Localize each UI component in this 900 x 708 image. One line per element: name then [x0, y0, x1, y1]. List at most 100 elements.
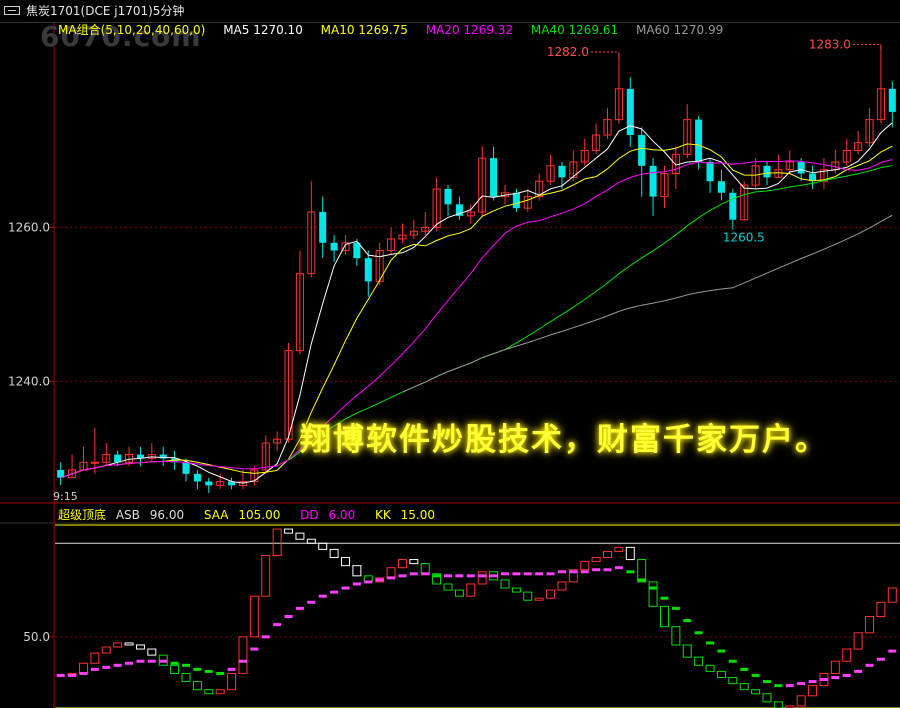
indicator-slow-dash	[808, 680, 817, 684]
candle-body	[763, 165, 771, 178]
high-annotation: 1283.0	[809, 37, 851, 51]
candle-body	[558, 165, 566, 178]
indicator-slow-dash	[854, 669, 863, 673]
indicator-slow-dash	[831, 676, 840, 679]
candle-body	[797, 161, 805, 174]
indicator-fast-box	[272, 528, 282, 556]
indicator-slow-dash	[740, 667, 749, 671]
indicator-slow-dash	[592, 568, 601, 572]
ma5-label: MA5 1270.10	[223, 23, 303, 37]
promo-overlay-text: 翔博软件炒股技术，财富千家万户。	[300, 422, 828, 458]
indicator-fast-box	[830, 660, 840, 674]
indicator-fast-box	[192, 681, 202, 691]
indicator-slow-dash	[626, 570, 635, 574]
indicator-fast-box	[557, 581, 567, 591]
ma60-label: MA60 1270.99	[635, 23, 724, 37]
indicator-fast-box	[500, 579, 510, 589]
indicator-fast-box	[466, 583, 476, 597]
indicator-slow-dash	[512, 572, 521, 576]
price-tick-label: 1240.0	[8, 374, 50, 388]
candle-body	[626, 88, 634, 136]
candle-body	[364, 258, 372, 282]
indicator-fast-box	[409, 559, 419, 565]
window-icon[interactable]	[4, 6, 20, 15]
indicator-fast-box	[284, 528, 294, 534]
asb-key: ASB	[115, 508, 140, 522]
indicator-fast-box	[261, 555, 271, 597]
ma-legend: MA组合(5,10,20,40,60,0) MA5 1270.10 MA10 1…	[58, 22, 737, 38]
indicator-fast-box	[808, 685, 818, 697]
indicator-fast-box	[90, 652, 100, 664]
indicator-fast-box	[739, 683, 749, 691]
indicator-slow-dash	[79, 671, 88, 675]
indicator-slow-dash	[318, 594, 327, 598]
ma10-label: MA10 1269.75	[320, 23, 408, 37]
indicator-fast-box	[728, 677, 738, 685]
indicator-fast-box	[534, 597, 544, 601]
indicator-fast-box	[603, 550, 612, 559]
candle-body	[193, 473, 201, 482]
indicator-slow-dash	[125, 661, 134, 665]
indicator-fast-box	[694, 656, 704, 666]
indicator-fast-box	[238, 636, 248, 674]
indicator-fast-box	[842, 648, 852, 662]
chart-canvas: 1260.0 1240.0 1282.0 1283.0 1260.5 9:15 50.0	[0, 22, 900, 708]
indicator-fast-box	[648, 581, 658, 607]
indicator-fast-box	[397, 559, 407, 569]
indicator-slow-dash	[580, 570, 589, 574]
indicator-fast-box	[227, 672, 237, 691]
price-tick-label: 1260.0	[8, 220, 50, 234]
indicator-slow-dash	[535, 572, 544, 576]
kk-value: 15.00	[400, 508, 435, 522]
indicator-fast-box	[135, 644, 145, 650]
indicator-slow-dash	[455, 574, 464, 578]
indicator-slow-dash	[90, 667, 99, 671]
chart-title: 焦炭1701(DCE j1701)5分钟	[26, 4, 185, 18]
indicator-fast-box	[887, 587, 897, 603]
indicator-slow-dash	[295, 606, 304, 610]
indicator-slow-dash	[136, 659, 145, 663]
candle-body	[649, 165, 657, 197]
indicator-slow-dash	[763, 680, 771, 684]
high-annotation: 1282.0	[547, 45, 589, 59]
candle-body	[706, 161, 714, 182]
indicator-fast-box	[876, 601, 886, 617]
indicator-slow-dash	[307, 600, 316, 604]
candle-body	[205, 481, 213, 486]
ma60-line	[402, 214, 893, 393]
ma20-label: MA20 1269.32	[425, 23, 514, 37]
indicator-slow-dash	[330, 590, 339, 594]
indicator-slow-dash	[717, 649, 726, 653]
indicator-fast-box	[865, 616, 875, 634]
indicator-slow-dash	[603, 568, 612, 572]
indicator-slow-dash	[204, 669, 213, 673]
candle-body	[444, 188, 452, 205]
indicator-fast-box	[671, 626, 681, 646]
candle-body	[353, 242, 361, 259]
indicator-fast-box	[101, 646, 111, 654]
indicator-slow-dash	[557, 570, 566, 574]
indicator-slow-dash	[387, 576, 396, 580]
indicator-slow-dash	[182, 663, 190, 667]
indicator-slow-dash	[216, 671, 225, 675]
candle-body	[319, 212, 327, 243]
indicator-slow-dash	[56, 673, 65, 677]
indicator-slow-dash	[364, 580, 373, 584]
indicator-name: 超级顶底	[58, 508, 107, 522]
indicator-slow-dash	[785, 684, 794, 688]
indicator-fast-box	[420, 563, 430, 575]
indicator-fast-box	[853, 632, 863, 650]
indicator-fast-box	[386, 567, 396, 579]
indicator-fast-box	[454, 589, 464, 597]
indicator-fast-box	[523, 591, 533, 601]
indicator-fast-box	[716, 670, 726, 679]
indicator-fast-box	[295, 532, 305, 540]
indicator-slow-dash	[250, 647, 259, 651]
candle-body	[182, 462, 190, 474]
indicator-slow-dash	[227, 667, 236, 671]
candle-body	[717, 181, 725, 193]
indicator-slow-dash	[147, 659, 156, 663]
indicator-slow-dash	[683, 619, 692, 623]
indicator-slow-dash	[706, 641, 715, 645]
ma-group-label: MA组合(5,10,20,40,60,0)	[58, 23, 206, 37]
